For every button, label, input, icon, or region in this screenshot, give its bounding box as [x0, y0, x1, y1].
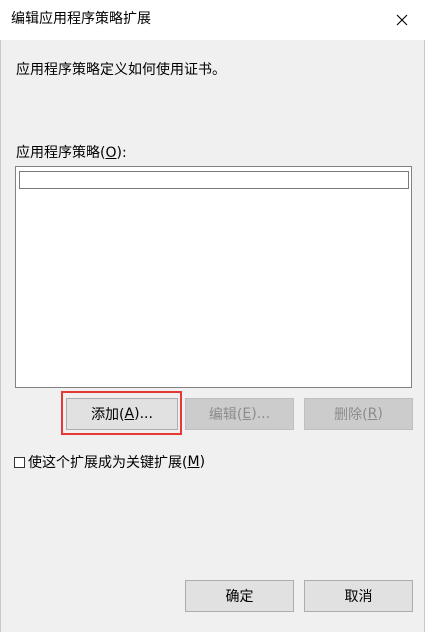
remove-label-suffix: ) [377, 406, 383, 422]
checkbox-access-key: M [187, 454, 200, 470]
remove-button[interactable]: 删除(R) [304, 398, 413, 430]
title-bar: 编辑应用程序策略扩展 [0, 0, 425, 40]
cancel-button[interactable]: 取消 [304, 580, 413, 612]
application-policies-label: 应用程序策略(O): [16, 143, 127, 163]
close-icon [396, 14, 408, 26]
edit-access-key: E [242, 406, 252, 422]
ok-button[interactable]: 确定 [185, 580, 294, 612]
close-button[interactable] [379, 0, 425, 40]
edit-label-prefix: 编辑( [208, 407, 243, 423]
remove-label-prefix: 删除( [334, 407, 368, 423]
frame-left-border [0, 40, 1, 632]
edit-label-suffix: )... [251, 406, 271, 422]
add-button-highlight [61, 391, 182, 435]
label-access-key: O [105, 145, 117, 161]
dialog-title: 编辑应用程序策略扩展 [11, 11, 151, 27]
remove-access-key: R [367, 406, 378, 422]
critical-extension-checkbox[interactable] [14, 457, 25, 468]
label-prefix: 应用程序策略( [16, 145, 106, 161]
checkbox-label-suffix: ) [199, 454, 206, 470]
application-policies-listbox[interactable] [15, 166, 412, 388]
checkbox-label-prefix: 使这个扩展成为关键扩展( [28, 455, 188, 471]
list-item[interactable] [19, 171, 409, 189]
critical-extension-checkbox-row[interactable]: 使这个扩展成为关键扩展(M) [14, 452, 205, 472]
description-text: 应用程序策略定义如何使用证书。 [16, 62, 226, 78]
label-suffix: ): [116, 145, 127, 161]
edit-button[interactable]: 编辑(E)... [185, 398, 294, 430]
